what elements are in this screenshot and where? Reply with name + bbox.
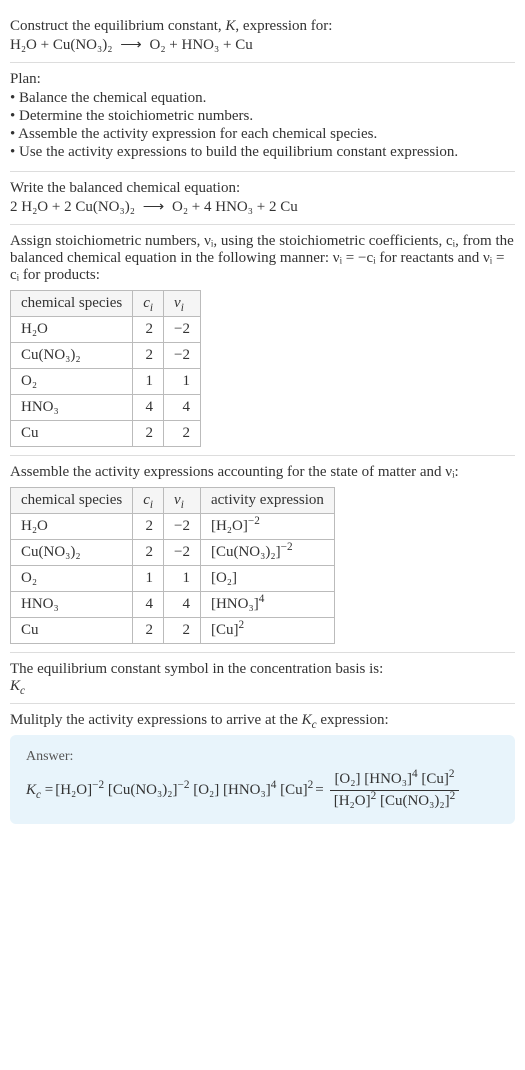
cell-vi: −2	[164, 343, 201, 369]
cell-activity: [HNO₃]4	[200, 592, 334, 618]
cell-vi: −2	[164, 514, 201, 540]
activity-section: Assemble the activity expressions accoun…	[10, 456, 515, 653]
cell-species: H₂O	[11, 317, 133, 343]
table-row: HNO₃ 4 4 [HNO₃]4	[11, 592, 335, 618]
cell-species: Cu	[11, 618, 133, 644]
col-ci: ci	[133, 488, 164, 514]
answer-label: Answer:	[26, 749, 499, 765]
equals-sign: =	[315, 782, 323, 799]
cell-vi: 4	[164, 592, 201, 618]
stoich-section: Assign stoichiometric numbers, νᵢ, using…	[10, 225, 515, 456]
col-vi: νi	[164, 488, 201, 514]
cell-ci: 2	[133, 618, 164, 644]
cell-activity: [Cu(NO₃)₂]−2	[200, 540, 334, 566]
flat-product: [H₂O]−2 [Cu(NO₃)₂]−2 [O₂] [HNO₃]4 [Cu]2	[55, 782, 313, 799]
plan-title: Plan:	[10, 71, 515, 88]
final-section: Mulitply the activity expressions to arr…	[10, 704, 515, 832]
problem-equation: H₂O + Cu(NO₃)₂ ⟶ O₂ + HNO₃ + Cu	[10, 35, 515, 54]
cell-vi: 2	[164, 618, 201, 644]
problem-statement: Construct the equilibrium constant, K, e…	[10, 10, 515, 63]
table-row: HNO₃ 4 4	[11, 395, 201, 421]
fraction: [O₂] [HNO₃]4 [Cu]2 [H₂O]2 [Cu(NO₃)₂]2	[330, 771, 460, 810]
kc-symbol: Kc =	[26, 782, 53, 799]
table-row: H₂O 2 −2 [H₂O]−2	[11, 514, 335, 540]
cell-ci: 1	[133, 566, 164, 592]
cell-species: O₂	[11, 566, 133, 592]
symbol-line1: The equilibrium constant symbol in the c…	[10, 661, 515, 678]
cell-vi: 2	[164, 421, 201, 447]
cell-species: O₂	[11, 369, 133, 395]
table-row: Cu 2 2 [Cu]2	[11, 618, 335, 644]
cell-species: H₂O	[11, 514, 133, 540]
answer-box: Answer: Kc = [H₂O]−2 [Cu(NO₃)₂]−2 [O₂] […	[10, 735, 515, 824]
balanced-equation: 2 H₂O + 2 Cu(NO₃)₂ ⟶ O₂ + 4 HNO₃ + 2 Cu	[10, 197, 515, 216]
cell-ci: 1	[133, 369, 164, 395]
cell-species: HNO₃	[11, 395, 133, 421]
cell-ci: 2	[133, 540, 164, 566]
cell-activity: [Cu]2	[200, 618, 334, 644]
table-row: Cu(NO₃)₂ 2 −2	[11, 343, 201, 369]
col-species: chemical species	[11, 488, 133, 514]
fraction-denominator: [H₂O]2 [Cu(NO₃)₂]2	[330, 791, 460, 810]
table-header-row: chemical species ci νi activity expressi…	[11, 488, 335, 514]
table-header-row: chemical species ci νi	[11, 291, 201, 317]
reaction-arrow: ⟶	[120, 35, 142, 54]
cell-ci: 4	[133, 592, 164, 618]
cell-species: Cu	[11, 421, 133, 447]
cell-ci: 2	[133, 317, 164, 343]
symbol-kc: Kc	[10, 678, 515, 695]
col-activity: activity expression	[200, 488, 334, 514]
plan-item: • Assemble the activity expression for e…	[10, 126, 515, 143]
kc-expression: Kc = [H₂O]−2 [Cu(NO₃)₂]−2 [O₂] [HNO₃]4 […	[26, 771, 499, 810]
final-intro: Mulitply the activity expressions to arr…	[10, 712, 515, 729]
problem-line1: Construct the equilibrium constant, K, e…	[10, 18, 515, 35]
cell-vi: −2	[164, 317, 201, 343]
cell-activity: [O₂]	[200, 566, 334, 592]
stoich-intro: Assign stoichiometric numbers, νᵢ, using…	[10, 233, 515, 284]
cell-vi: 4	[164, 395, 201, 421]
table-row: Cu 2 2	[11, 421, 201, 447]
cell-species: Cu(NO₃)₂	[11, 540, 133, 566]
table-row: H₂O 2 −2	[11, 317, 201, 343]
col-species: chemical species	[11, 291, 133, 317]
table-row: O₂ 1 1	[11, 369, 201, 395]
cell-ci: 2	[133, 421, 164, 447]
reaction-arrow: ⟶	[143, 197, 165, 216]
cell-activity: [H₂O]−2	[200, 514, 334, 540]
cell-vi: 1	[164, 566, 201, 592]
balanced-lhs: 2 H₂O + 2 Cu(NO₃)₂	[10, 199, 135, 215]
table-row: Cu(NO₃)₂ 2 −2 [Cu(NO₃)₂]−2	[11, 540, 335, 566]
col-vi: νi	[164, 291, 201, 317]
cell-ci: 2	[133, 343, 164, 369]
balanced-title: Write the balanced chemical equation:	[10, 180, 515, 197]
plan-section: Plan: • Balance the chemical equation. •…	[10, 63, 515, 172]
col-ci: ci	[133, 291, 164, 317]
symbol-section: The equilibrium constant symbol in the c…	[10, 653, 515, 704]
equation-rhs: O₂ + HNO₃ + Cu	[150, 37, 253, 53]
equation-lhs: H₂O + Cu(NO₃)₂	[10, 37, 112, 53]
table-row: O₂ 1 1 [O₂]	[11, 566, 335, 592]
cell-vi: 1	[164, 369, 201, 395]
cell-species: HNO₃	[11, 592, 133, 618]
stoich-table: chemical species ci νi H₂O 2 −2 Cu(NO₃)₂…	[10, 290, 201, 447]
cell-ci: 2	[133, 514, 164, 540]
plan-item: • Use the activity expressions to build …	[10, 144, 515, 161]
balanced-section: Write the balanced chemical equation: 2 …	[10, 172, 515, 225]
cell-ci: 4	[133, 395, 164, 421]
cell-vi: −2	[164, 540, 201, 566]
balanced-rhs: O₂ + 4 HNO₃ + 2 Cu	[172, 199, 298, 215]
activity-intro: Assemble the activity expressions accoun…	[10, 464, 515, 481]
cell-species: Cu(NO₃)₂	[11, 343, 133, 369]
fraction-numerator: [O₂] [HNO₃]4 [Cu]2	[330, 771, 460, 791]
plan-list: • Balance the chemical equation. • Deter…	[10, 90, 515, 161]
plan-item: • Determine the stoichiometric numbers.	[10, 108, 515, 125]
plan-item: • Balance the chemical equation.	[10, 90, 515, 107]
activity-table: chemical species ci νi activity expressi…	[10, 487, 335, 644]
